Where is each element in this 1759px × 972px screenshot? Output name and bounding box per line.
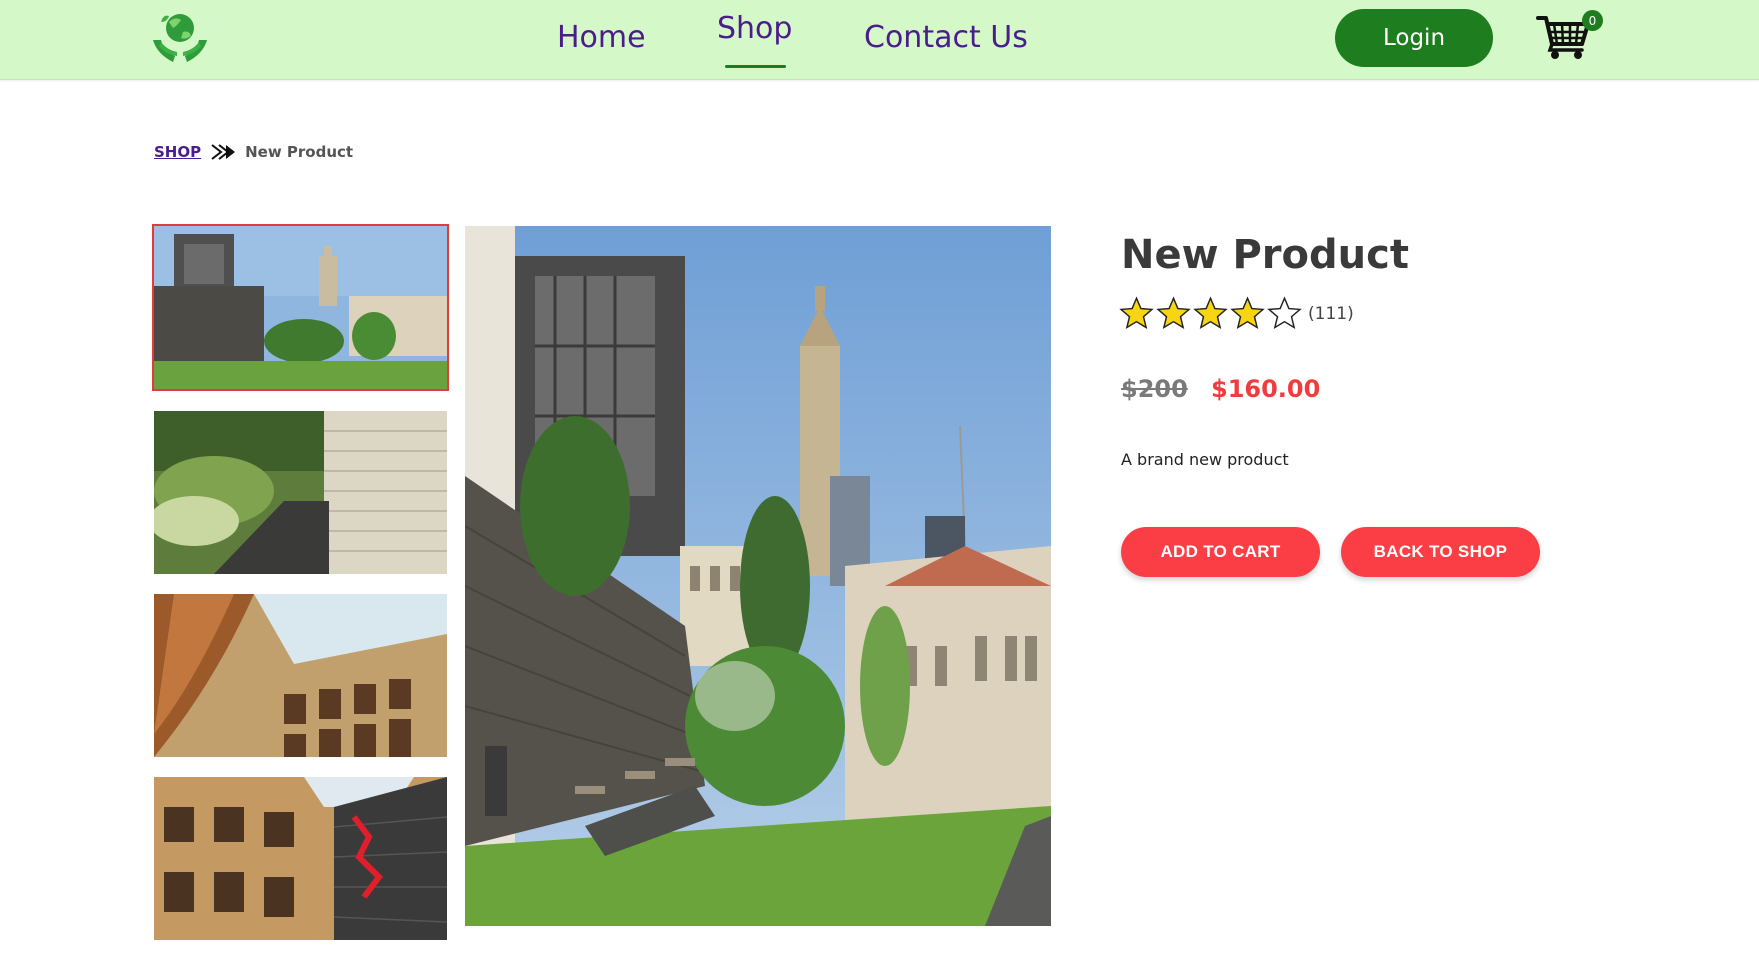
navbar: Home Shop Contact Us Login 0 bbox=[0, 0, 1759, 80]
nav-link-home[interactable]: Home bbox=[557, 20, 646, 55]
star-filled-icon bbox=[1230, 296, 1265, 330]
nav-link-contact-us[interactable]: Contact Us bbox=[864, 20, 1028, 55]
login-button[interactable]: Login bbox=[1335, 9, 1493, 67]
product-thumbnail-4[interactable] bbox=[154, 777, 447, 940]
product-thumbnail-3[interactable] bbox=[154, 594, 447, 757]
star-filled-icon bbox=[1119, 296, 1154, 330]
back-to-shop-button[interactable]: BACK TO SHOP bbox=[1341, 527, 1540, 577]
sale-price: $160.00 bbox=[1211, 375, 1321, 403]
product-rating: (111) bbox=[1119, 296, 1354, 331]
nav-link-shop[interactable]: Shop bbox=[717, 11, 792, 46]
original-price: $200 bbox=[1121, 375, 1188, 403]
review-count: (111) bbox=[1308, 303, 1354, 324]
active-nav-underline bbox=[725, 65, 786, 68]
product-description: A brand new product bbox=[1121, 450, 1289, 469]
logo-icon[interactable] bbox=[147, 6, 211, 70]
product-title: New Product bbox=[1121, 232, 1409, 278]
double-chevron-right-icon bbox=[211, 144, 237, 160]
cart-count-badge: 0 bbox=[1582, 10, 1603, 31]
star-filled-icon bbox=[1156, 296, 1191, 330]
product-main-image bbox=[465, 226, 1051, 926]
breadcrumb-current: New Product bbox=[245, 143, 354, 161]
star-empty-icon bbox=[1267, 296, 1302, 330]
breadcrumb-link-shop[interactable]: SHOP bbox=[154, 143, 201, 161]
breadcrumb: SHOP New Product bbox=[154, 143, 353, 161]
product-thumbnail-1[interactable] bbox=[152, 224, 449, 391]
product-thumbnail-2[interactable] bbox=[154, 411, 447, 574]
add-to-cart-button[interactable]: ADD TO CART bbox=[1121, 527, 1320, 577]
star-filled-icon bbox=[1193, 296, 1228, 330]
